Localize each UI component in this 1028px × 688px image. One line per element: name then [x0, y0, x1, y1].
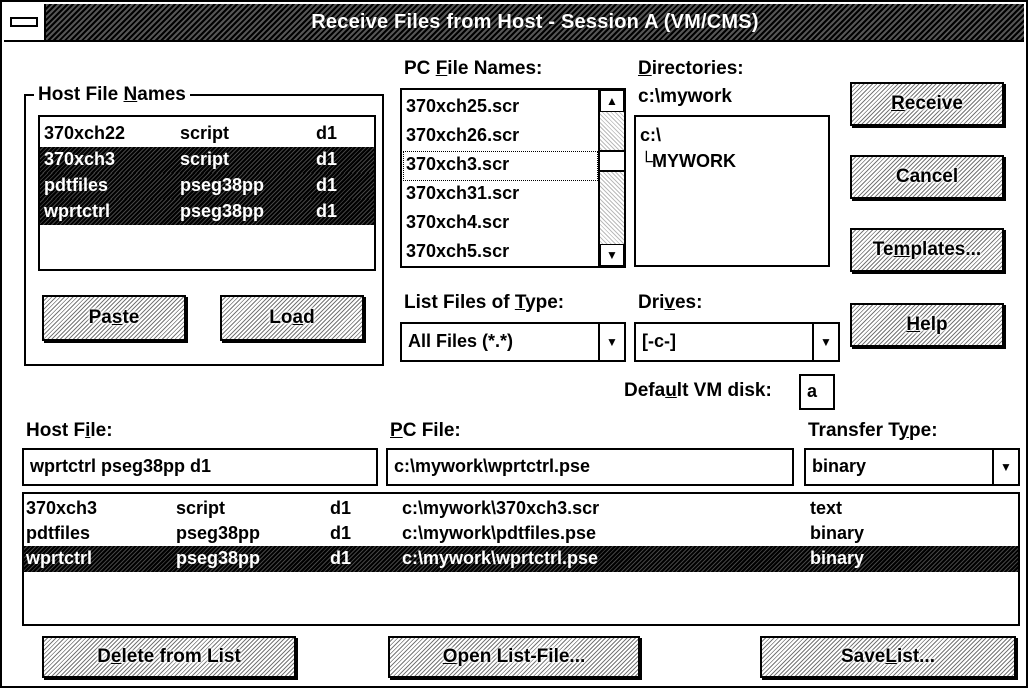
host-file-name: 370xch22 [44, 123, 126, 143]
transfer-list-row[interactable]: pdtfiles pseg38pp d1 c:\mywork\pdtfiles.… [24, 521, 1018, 547]
pc-file-item[interactable]: 370xch5.scr [402, 239, 624, 265]
dropdown-arrow-icon[interactable]: ▼ [992, 450, 1018, 484]
host-file-mode: d1 [316, 201, 338, 221]
host-file-label: Host File: [26, 420, 113, 441]
transfer-host-mode: d1 [330, 548, 352, 568]
pc-file-item[interactable]: 370xch31.scr [402, 181, 624, 207]
directories-label: Directories: [638, 58, 744, 79]
host-file-names-label: Host File Names [34, 84, 190, 106]
directory-item-label: c:\ [640, 125, 662, 145]
pc-file-item[interactable]: 370xch25.scr [402, 94, 624, 120]
list-type-value: All Files (*.*) [408, 331, 514, 351]
paste-button[interactable]: Pa s te [42, 295, 186, 341]
pc-file-value: c:\mywork\wprtctrl.pse [394, 456, 591, 476]
host-file-row[interactable]: 370xch3 script d1 [40, 147, 374, 173]
transfer-type-dropdown[interactable]: binary ▼ [804, 448, 1020, 486]
host-file-name: pdtfiles [44, 175, 109, 195]
pc-file-item-label: 370xch25.scr [406, 96, 520, 116]
transfer-pc-file: c:\mywork\pdtfiles.pse [402, 523, 597, 543]
window-title: Receive Files from Host - Session A (VM/… [311, 11, 759, 33]
drives-label: Drives: [638, 292, 703, 313]
pc-file-names-list[interactable]: 370xch25.scr 370xch26.scr 370xch3.scr 37… [400, 88, 626, 268]
tree-branch-icon: └ [640, 151, 653, 171]
receive-button[interactable]: Receive [850, 82, 1004, 126]
default-disk-value: a [807, 381, 818, 401]
host-file-names-list[interactable]: 370xch22 script d1 370xch3 script d1 pdt… [38, 115, 376, 271]
host-file-value: wprtctrl pseg38pp d1 [30, 456, 212, 476]
transfer-host-name: wprtctrl [26, 548, 93, 568]
scroll-thumb[interactable] [600, 150, 624, 172]
default-disk-label: Default VM disk: [624, 380, 772, 401]
host-file-row[interactable]: wprtctrl pseg38pp d1 [40, 199, 374, 225]
system-menu-button[interactable] [4, 4, 46, 40]
transfer-list-row[interactable]: 370xch3 script d1 c:\mywork\370xch3.scr … [24, 496, 1018, 522]
directories-list[interactable]: c:\ └ MYWORK [634, 115, 830, 267]
host-file-row[interactable]: pdtfiles pseg38pp d1 [40, 173, 374, 199]
dropdown-arrow-icon[interactable]: ▼ [598, 324, 624, 360]
pc-file-item-label: 370xch5.scr [406, 241, 510, 261]
pc-files-scrollbar[interactable]: ▲ ▼ [598, 90, 624, 266]
cancel-button[interactable]: Cancel [850, 155, 1004, 199]
help-button[interactable]: Help [850, 303, 1004, 347]
templates-button[interactable]: Te m plates... [850, 228, 1004, 272]
host-file-input[interactable]: wprtctrl pseg38pp d1 [22, 448, 378, 486]
directory-item-label: MYWORK [652, 151, 736, 171]
host-file-mode: d1 [316, 149, 338, 169]
drives-value: [-c-] [642, 331, 676, 351]
scroll-down-arrow-icon[interactable]: ▼ [600, 244, 624, 266]
transfer-host-type: pseg38pp [176, 548, 261, 568]
focus-rectangle [403, 151, 598, 181]
pc-file-label: PC File: [390, 420, 461, 441]
host-file-type: script [180, 123, 230, 143]
pc-file-item-label: 370xch4.scr [406, 212, 510, 232]
system-menu-icon [10, 17, 38, 27]
pc-file-item-label: 370xch26.scr [406, 125, 520, 145]
pc-file-item-label: 370xch31.scr [406, 183, 520, 203]
scroll-up-arrow-icon[interactable]: ▲ [600, 90, 624, 112]
transfer-pc-file: c:\mywork\wprtctrl.pse [402, 548, 599, 568]
host-file-name: wprtctrl [44, 201, 111, 221]
host-file-type: pseg38pp [180, 175, 265, 195]
transfer-list-row[interactable]: wprtctrl pseg38pp d1 c:\mywork\wprtctrl.… [24, 546, 1018, 572]
current-directory: c:\mywork [638, 86, 732, 107]
transfer-type-cell: binary [810, 523, 865, 543]
drives-dropdown[interactable]: [-c-] ▼ [634, 322, 840, 362]
pc-file-input[interactable]: c:\mywork\wprtctrl.pse [386, 448, 794, 486]
list-type-dropdown[interactable]: All Files (*.*) ▼ [400, 322, 626, 362]
host-file-type: pseg38pp [180, 201, 265, 221]
delete-from-list-button[interactable]: De lete from List [42, 636, 296, 678]
pc-file-names-label: PC File Names: [404, 58, 543, 79]
transfer-type-cell: text [810, 498, 843, 518]
transfer-type-value: binary [812, 456, 867, 476]
transfer-host-type: pseg38pp [176, 523, 261, 543]
directory-item[interactable]: c:\ [636, 123, 828, 149]
host-file-row[interactable]: 370xch22 script d1 [40, 121, 374, 147]
directory-item[interactable]: └ MYWORK [636, 149, 828, 175]
transfer-type-label: Transfer Type: [808, 420, 938, 441]
title-bar[interactable]: Receive Files from Host - Session A (VM/… [4, 4, 1024, 42]
host-file-type: script [180, 149, 230, 169]
transfer-host-type: script [176, 498, 226, 518]
transfer-host-mode: d1 [330, 498, 352, 518]
transfer-host-name: pdtfiles [26, 523, 91, 543]
host-file-mode: d1 [316, 175, 338, 195]
transfer-pc-file: c:\mywork\370xch3.scr [402, 498, 600, 518]
transfer-type-cell: binary [810, 548, 865, 568]
host-file-mode: d1 [316, 123, 338, 143]
save-list-button[interactable]: Save List... [760, 636, 1016, 678]
pc-file-item[interactable]: 370xch4.scr [402, 210, 624, 236]
list-type-label: List Files of Type: [404, 292, 565, 313]
pc-file-item[interactable]: 370xch26.scr [402, 123, 624, 149]
receive-files-dialog: Receive Files from Host - Session A (VM/… [0, 0, 1028, 688]
transfer-host-mode: d1 [330, 523, 352, 543]
open-list-file-button[interactable]: Open List-File... [388, 636, 640, 678]
dropdown-arrow-icon[interactable]: ▼ [812, 324, 838, 360]
transfer-list[interactable]: 370xch3 script d1 c:\mywork\370xch3.scr … [22, 492, 1020, 626]
host-file-name: 370xch3 [44, 149, 116, 169]
transfer-host-name: 370xch3 [26, 498, 98, 518]
default-disk-input[interactable]: a [799, 374, 835, 410]
load-button[interactable]: Lo a d [220, 295, 364, 341]
